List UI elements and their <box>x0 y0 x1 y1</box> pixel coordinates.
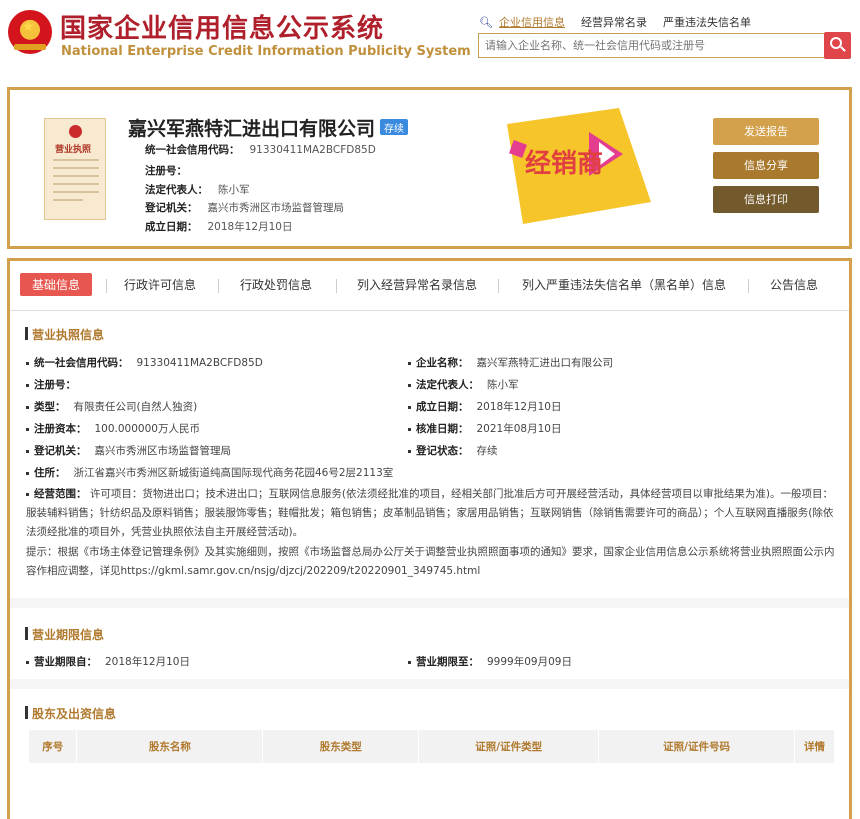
field-type: 类型： 有限责任公司(自然人独资) <box>26 399 197 414</box>
national-emblem-icon: ★ <box>8 10 52 54</box>
term-section-title: 营业期限信息 <box>24 626 104 643</box>
table-row <box>29 763 835 787</box>
company-card: 营业执照 嘉兴军燕特汇进出口有限公司 存续 统一社会信用代码： 91330411M… <box>7 87 852 249</box>
shareholder-section-title: 股东及出资信息 <box>24 705 116 722</box>
col-details: 详情 <box>794 730 836 763</box>
notice-text: 提示：根据《市场主体登记管理条例》及其实施细则，按照《市场监督总局办公厅关于调整… <box>26 546 835 577</box>
field-term-from: 营业期限自： 2018年12月10日 <box>26 654 190 669</box>
license-emblem-icon <box>69 125 82 138</box>
company-name: 嘉兴军燕特汇进出口有限公司 <box>128 118 376 140</box>
field-legal-rep: 法定代表人： 陈小军 <box>408 377 519 392</box>
license-section-title: 营业执照信息 <box>24 326 104 343</box>
field-reg-authority: 登记机关： 嘉兴市秀洲区市场监督管理局 <box>26 443 231 458</box>
info-row-est-date: 成立日期： 2018年12月10日 <box>145 221 293 233</box>
business-license-image[interactable]: 营业执照 <box>44 118 106 220</box>
send-report-button[interactable]: 发送报告 <box>713 118 819 145</box>
top-nav: 🔍︎ 企业信用信息 经营异常名录 严重违法失信名单 <box>479 14 767 30</box>
info-row-legal-rep: 法定代表人： 陈小军 <box>145 184 250 196</box>
site-title: 国家企业信用信息公示系统 <box>60 14 385 44</box>
search-icon: 🔍︎ <box>479 15 493 29</box>
field-term-to: 营业期限至： 9999年09月09日 <box>408 654 572 669</box>
field-approval-date: 核准日期： 2021年08月10日 <box>408 421 561 436</box>
status-badge: 存续 <box>380 119 408 135</box>
col-type: 股东类型 <box>262 730 420 763</box>
dealer-badge-icon: 经销商 <box>507 108 651 224</box>
info-row-credit-code: 统一社会信用代码： 91330411MA2BCFD85D <box>145 144 376 156</box>
business-scope: 经营范围： 许可项目：货物进出口；技术进出口；互联网信息服务(依法须经批准的项目… <box>26 488 834 538</box>
details-panel: 基础信息 行政许可信息 行政处罚信息 列入经营异常名录信息 列入严重违法失信名单… <box>7 258 852 819</box>
tab-basic-info[interactable]: 基础信息 <box>20 273 93 296</box>
emblem-star: ★ <box>22 19 35 35</box>
print-info-button[interactable]: 信息打印 <box>713 186 819 213</box>
col-name: 股东名称 <box>76 730 264 763</box>
tab-abnormal-list[interactable]: 列入经营异常名录信息 <box>357 276 477 293</box>
site-header: ★ 国家企业信用信息公示系统 National Enterprise Credi… <box>0 0 860 84</box>
dealer-text: 经销商 <box>525 148 603 179</box>
tab-blacklist[interactable]: 列入严重违法失信名单（黑名单）信息 <box>522 276 726 293</box>
tab-admin-penalty[interactable]: 行政处罚信息 <box>240 276 312 293</box>
nav-link-abnormal-list[interactable]: 经营异常名录 <box>581 14 647 30</box>
tab-announcements[interactable]: 公告信息 <box>770 276 818 293</box>
field-reg-status: 登记状态： 存续 <box>408 443 498 458</box>
col-id-number: 证照/证件号码 <box>598 730 795 763</box>
field-credit-code: 统一社会信用代码： 91330411MA2BCFD85D <box>26 355 263 370</box>
info-row-reg-no: 注册号： <box>145 165 187 177</box>
search-input[interactable] <box>478 33 826 58</box>
field-company-name: 企业名称： 嘉兴军燕特汇进出口有限公司 <box>408 355 613 370</box>
nav-link-blacklist[interactable]: 严重违法失信名单 <box>663 14 751 30</box>
field-est-date: 成立日期： 2018年12月10日 <box>408 399 561 414</box>
site-subtitle: National Enterprise Credit Information P… <box>61 44 471 59</box>
field-address: 住所： 浙江省嘉兴市秀洲区新城街道纯高国际现代商务花园46号2层2113室 <box>26 465 393 480</box>
col-id-type: 证照/证件类型 <box>418 730 600 763</box>
info-row-reg-authority: 登记机关： 嘉兴市秀洲区市场监督管理局 <box>145 202 344 214</box>
tab-admin-license[interactable]: 行政许可信息 <box>124 276 196 293</box>
info-tabs: 基础信息 行政许可信息 行政处罚信息 列入经营异常名录信息 列入严重违法失信名单… <box>10 261 849 311</box>
search-button[interactable] <box>824 32 851 59</box>
table-header-row: 序号 股东名称 股东类型 证照/证件类型 证照/证件号码 详情 <box>29 730 836 763</box>
license-image-title: 营业执照 <box>55 145 92 155</box>
shareholder-table: 序号 股东名称 股东类型 证照/证件类型 证照/证件号码 详情 <box>29 730 836 787</box>
share-info-button[interactable]: 信息分享 <box>713 152 819 179</box>
col-index: 序号 <box>29 730 78 763</box>
field-reg-capital: 注册资本： 100.000000万人民币 <box>26 421 200 436</box>
field-reg-no: 注册号： <box>26 377 84 392</box>
nav-link-credit-info[interactable]: 企业信用信息 <box>499 14 565 30</box>
